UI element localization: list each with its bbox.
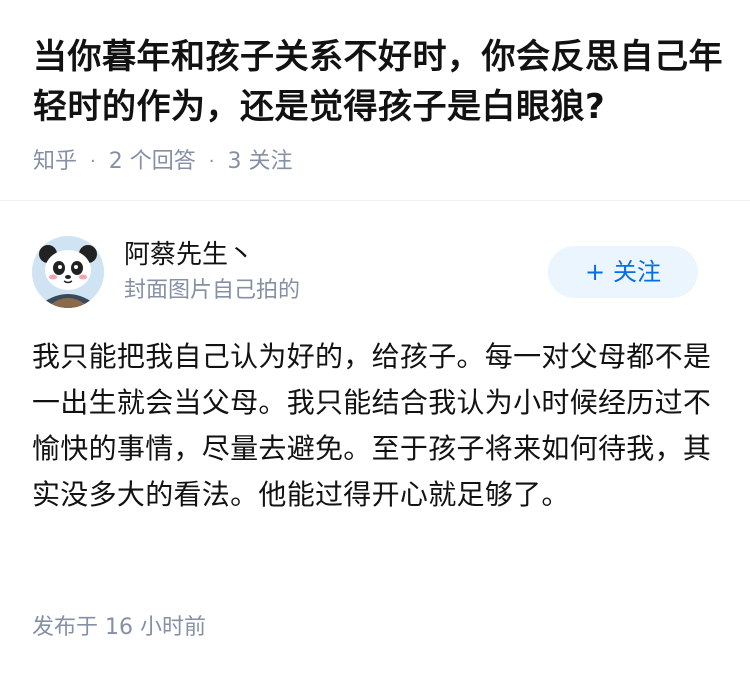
- author-name[interactable]: 阿蔡先生丶: [124, 238, 300, 272]
- follow-button-label: 关注: [613, 258, 662, 286]
- meta-separator: ·: [208, 151, 215, 172]
- meta-separator: ·: [90, 151, 96, 172]
- author-row: 阿蔡先生丶 封面图片自己拍的 + 关注: [32, 236, 698, 310]
- follow-button[interactable]: + 关注: [548, 246, 698, 298]
- plus-icon: +: [584, 258, 606, 286]
- question-title[interactable]: 当你暮年和孩子关系不好时，你会反思自己年轻时的作为，还是觉得孩子是白眼狼?: [33, 32, 723, 132]
- author-info: 阿蔡先生丶 封面图片自己拍的: [124, 238, 300, 306]
- panda-avatar-icon[interactable]: [32, 236, 104, 308]
- answers-count[interactable]: 2 个回答: [109, 147, 196, 177]
- source-label[interactable]: 知乎: [33, 147, 77, 177]
- published-time: 发布于 16 小时前: [32, 615, 206, 640]
- question-header: 当你暮年和孩子关系不好时，你会反思自己年轻时的作为，还是觉得孩子是白眼狼? 知乎…: [33, 32, 723, 177]
- answer-content[interactable]: 我只能把我自己认为好的，给孩子。每一对父母都不是一出生就会当父母。我只能结合我认…: [32, 334, 722, 518]
- followers-count[interactable]: 3 关注: [227, 147, 292, 177]
- panda-avatar-graphic: [32, 236, 104, 308]
- divider: [0, 200, 750, 201]
- author-bio: 封面图片自己拍的: [124, 278, 301, 303]
- question-meta: 知乎 · 2 个回答 · 3 关注: [33, 147, 723, 177]
